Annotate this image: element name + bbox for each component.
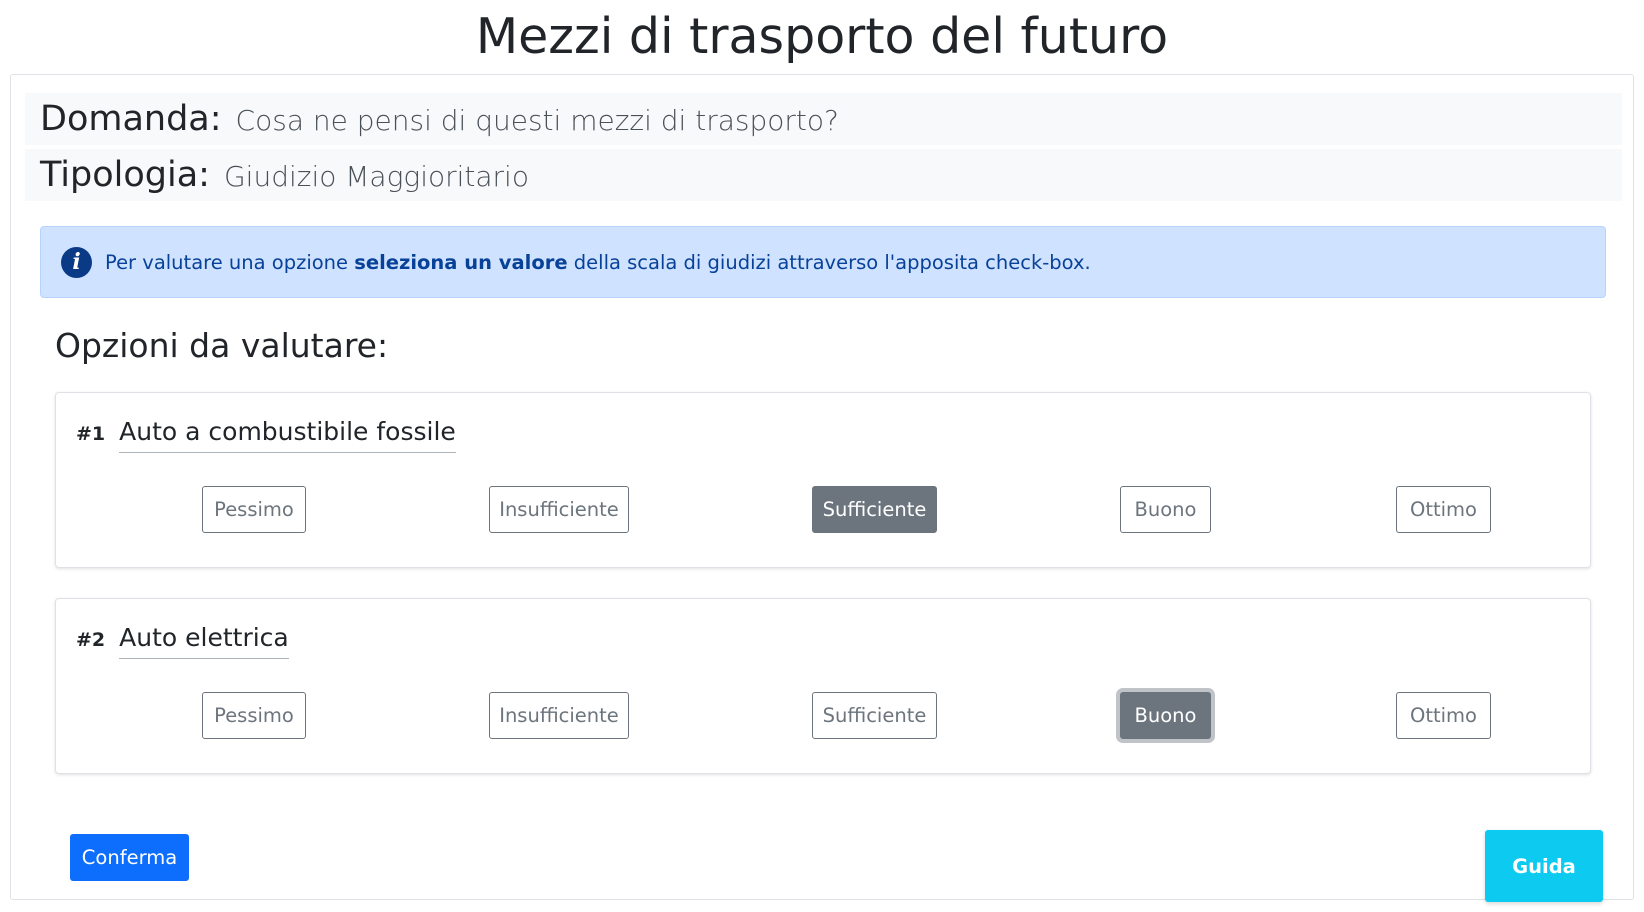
option-number: #1 xyxy=(76,423,106,445)
type-row: Tipologia: Giudizio Maggioritario xyxy=(25,149,1622,201)
page-title: Mezzi di trasporto del futuro xyxy=(475,8,1169,65)
confirm-button[interactable]: Conferma xyxy=(70,834,189,881)
rating-button-sufficiente[interactable]: Sufficiente xyxy=(812,486,937,533)
rating-button-insufficiente[interactable]: Insufficiente xyxy=(489,486,629,533)
alert-text: Per valutare una opzione seleziona un va… xyxy=(105,251,1091,274)
rating-button-pessimo[interactable]: Pessimo xyxy=(202,486,306,533)
options-section-title: Opzioni da valutare: xyxy=(55,326,389,365)
type-label: Tipologia: xyxy=(40,155,210,195)
rating-button-pessimo[interactable]: Pessimo xyxy=(202,692,306,739)
option-name: Auto elettrica xyxy=(119,623,289,659)
option-card: #1 Auto a combustibile fossile Pessimo I… xyxy=(55,392,1591,568)
option-number: #2 xyxy=(76,629,106,651)
alert-text-after: della scala di giudizi attraverso l'appo… xyxy=(567,250,1091,274)
info-alert: i Per valutare una opzione seleziona un … xyxy=(40,226,1606,298)
guide-button[interactable]: Guida xyxy=(1485,830,1603,902)
alert-text-bold: seleziona un valore xyxy=(354,250,568,274)
option-header: #1 Auto a combustibile fossile xyxy=(76,417,456,453)
rating-button-insufficiente[interactable]: Insufficiente xyxy=(489,692,629,739)
question-text: Cosa ne pensi di questi mezzi di traspor… xyxy=(235,104,839,137)
option-header: #2 Auto elettrica xyxy=(76,623,289,659)
option-card: #2 Auto elettrica Pessimo Insufficiente … xyxy=(55,598,1591,774)
question-row: Domanda: Cosa ne pensi di questi mezzi d… xyxy=(25,93,1622,145)
rating-button-buono[interactable]: Buono xyxy=(1120,692,1211,739)
type-value: Giudizio Maggioritario xyxy=(223,160,529,193)
question-label: Domanda: xyxy=(40,99,222,139)
rating-button-sufficiente[interactable]: Sufficiente xyxy=(812,692,937,739)
info-icon: i xyxy=(61,246,92,278)
rating-button-buono[interactable]: Buono xyxy=(1120,486,1211,533)
alert-text-before: Per valutare una opzione xyxy=(105,250,355,274)
option-name: Auto a combustibile fossile xyxy=(119,417,456,453)
rating-button-ottimo[interactable]: Ottimo xyxy=(1396,486,1491,533)
rating-button-ottimo[interactable]: Ottimo xyxy=(1396,692,1491,739)
